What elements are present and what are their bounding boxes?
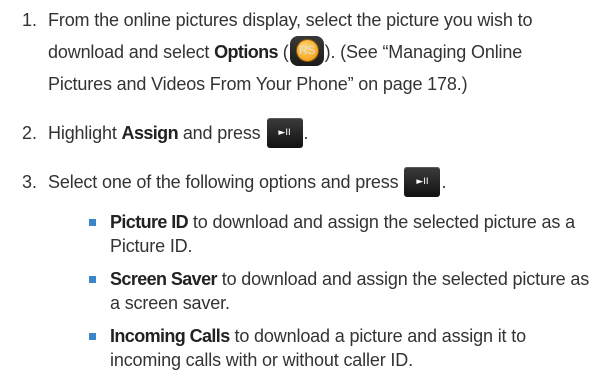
list-item: Incoming Calls to download a picture and… (0, 324, 590, 374)
bullet-icon (89, 276, 96, 283)
options-label: Options (214, 42, 278, 62)
list-item: Picture ID to download and assign the se… (0, 210, 590, 260)
step-2: 2. Highlight Assign and press ►II. (0, 117, 590, 151)
step-2-number: 2. (22, 123, 38, 143)
step-3-text: Select one of the following options and … (48, 166, 584, 198)
bullet-icon (89, 219, 96, 226)
rs-softkey-icon: RS (289, 36, 324, 66)
step-1-text: From the online pictures display, select… (48, 4, 584, 100)
step-1-line-3: Pictures and Videos From Your Phone” on … (48, 74, 468, 94)
screen-saver-label: Screen Saver (110, 269, 217, 289)
step-3: 3. Select one of the following options a… (0, 166, 590, 200)
incoming-calls-label: Incoming Calls (110, 326, 230, 346)
rs-icon-label: RS (295, 39, 319, 62)
list-item: Screen Saver to download and assign the … (0, 267, 590, 317)
picture-id-label: Picture ID (110, 212, 189, 232)
step-1-line-2: download and select Options (RS). (See “… (48, 36, 584, 68)
step-3-number: 3. (22, 172, 38, 192)
play-pause-key-icon: ►II (404, 167, 441, 197)
step-1-number: 1. (22, 10, 38, 30)
assign-label: Assign (121, 123, 179, 143)
bullet-icon (89, 333, 96, 340)
play-pause-key-icon: ►II (266, 118, 303, 148)
instruction-page: 1. From the online pictures display, sel… (0, 0, 590, 381)
step-2-text: Highlight Assign and press ►II. (48, 117, 584, 149)
step-1: 1. From the online pictures display, sel… (0, 4, 590, 104)
step-1-line-1: From the online pictures display, select… (48, 10, 533, 30)
